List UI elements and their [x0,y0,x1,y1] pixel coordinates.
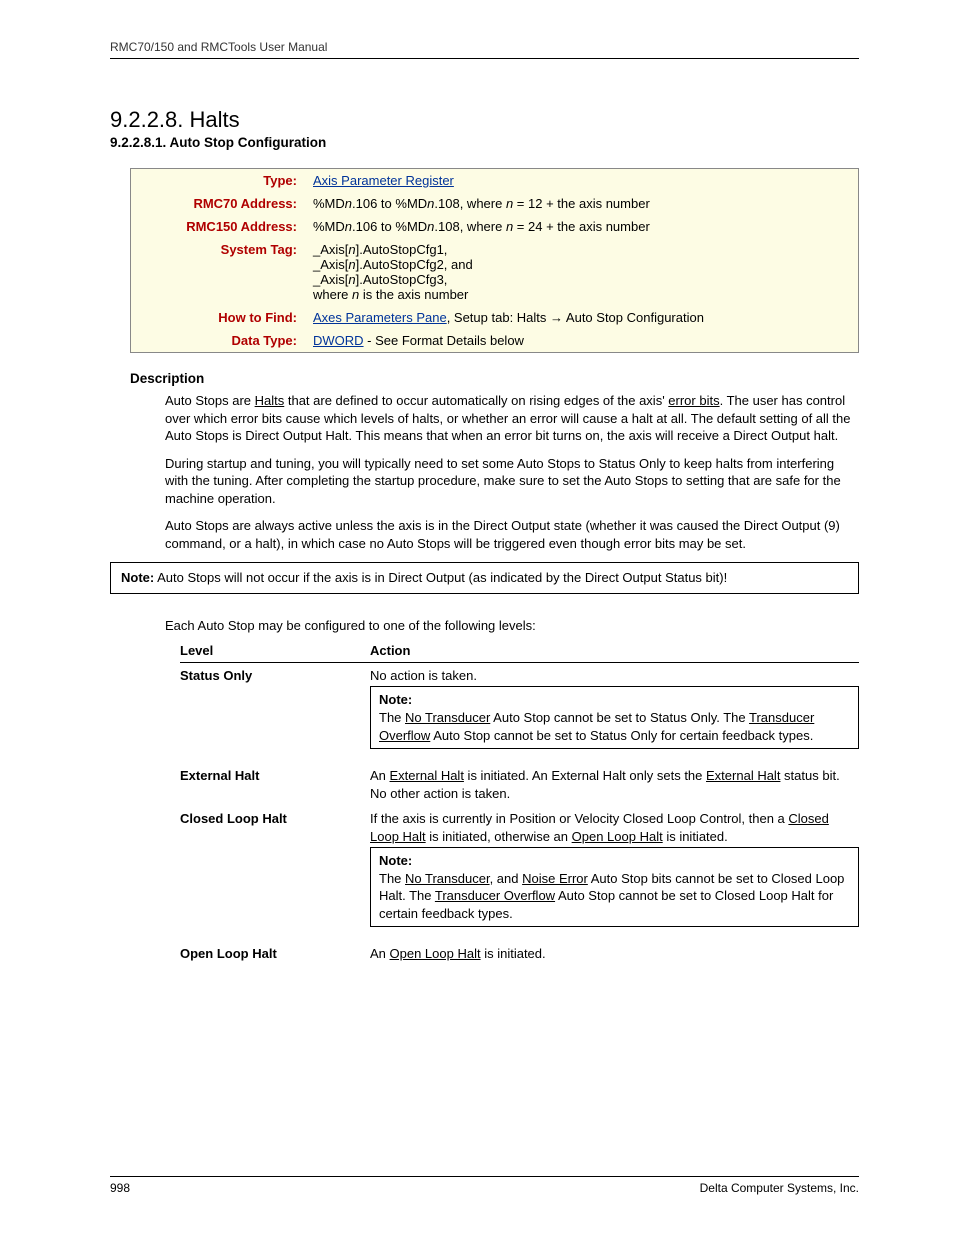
page-footer: 998 Delta Computer Systems, Inc. [110,1176,859,1195]
description-p1: Auto Stops are Halts that are defined to… [165,392,859,445]
external-halt-link[interactable]: External Halt [390,768,464,783]
datatype-value: DWORD - See Format Details below [307,329,859,353]
error-bits-link[interactable]: error bits [668,393,719,408]
section-number: 9.2.2.8. [110,107,183,132]
levels-intro: Each Auto Stop may be configured to one … [165,618,859,633]
closed-loop-note: Note: The No Transducer, and Noise Error… [370,847,859,927]
table-row: Status Only No action is taken. Note: Th… [180,662,859,763]
type-value: Axis Parameter Register [307,169,859,193]
rmc70-label: RMC70 Address: [131,192,308,215]
transducer-overflow-link-2[interactable]: Transducer Overflow [435,888,555,903]
external-halt-status-link[interactable]: External Halt [706,768,780,783]
levels-table: Level Action Status Only No action is ta… [180,639,859,967]
howfind-value: Axes Parameters Pane, Setup tab: Halts →… [307,306,859,329]
note-box: Note: Auto Stops will not occur if the a… [110,562,859,594]
open-loop-halt-link-2[interactable]: Open Loop Halt [390,946,481,961]
level-open-loop-halt-action: An Open Loop Halt is initiated. [370,941,859,967]
level-status-only-action: No action is taken. Note: The No Transdu… [370,662,859,763]
levels-col-action: Action [370,639,859,663]
section-title: 9.2.2.8. Halts [110,107,859,133]
page-number: 998 [110,1181,130,1195]
axes-parameters-pane-link[interactable]: Axes Parameters Pane [313,310,447,325]
table-row: External Halt An External Halt is initia… [180,763,859,806]
level-closed-loop-halt-action: If the axis is currently in Position or … [370,806,859,941]
level-status-only: Status Only [180,662,370,763]
description-p2: During startup and tuning, you will typi… [165,455,859,508]
level-external-halt: External Halt [180,763,370,806]
footer-company: Delta Computer Systems, Inc. [700,1181,859,1195]
rmc70-value: %MDn.106 to %MDn.108, where n = 12 + the… [307,192,859,215]
status-only-note: Note: The No Transducer Auto Stop cannot… [370,686,859,749]
subsection-title: 9.2.2.8.1. Auto Stop Configuration [110,135,859,150]
halts-link[interactable]: Halts [255,393,285,408]
section-name: Halts [190,107,240,132]
dword-link[interactable]: DWORD [313,333,364,348]
systag-value: _Axis[n].AutoStopCfg1, _Axis[n].AutoStop… [307,238,859,306]
info-table: Type: Axis Parameter Register RMC70 Addr… [130,168,859,353]
level-external-halt-action: An External Halt is initiated. An Extern… [370,763,859,806]
type-label: Type: [131,169,308,193]
open-loop-halt-link[interactable]: Open Loop Halt [572,829,663,844]
description-p3: Auto Stops are always active unless the … [165,517,859,552]
table-row: Closed Loop Halt If the axis is currentl… [180,806,859,941]
description-body: Auto Stops are Halts that are defined to… [165,392,859,552]
systag-label: System Tag: [131,238,308,306]
note-label: Note: [121,570,154,585]
axis-parameter-register-link[interactable]: Axis Parameter Register [313,173,454,188]
subsection-number: 9.2.2.8.1. [110,135,166,150]
subsection-name: Auto Stop Configuration [170,135,327,150]
noise-error-link[interactable]: Noise Error [522,871,588,886]
level-open-loop-halt: Open Loop Halt [180,941,370,967]
levels-col-level: Level [180,639,370,663]
level-closed-loop-halt: Closed Loop Halt [180,806,370,941]
no-transducer-link-2[interactable]: No Transducer [405,871,490,886]
note-text: Auto Stops will not occur if the axis is… [154,570,727,585]
no-transducer-link[interactable]: No Transducer [405,710,490,725]
rmc150-label: RMC150 Address: [131,215,308,238]
datatype-label: Data Type: [131,329,308,353]
description-heading: Description [130,371,859,386]
table-row: Open Loop Halt An Open Loop Halt is init… [180,941,859,967]
howfind-label: How to Find: [131,306,308,329]
rmc150-value: %MDn.106 to %MDn.108, where n = 24 + the… [307,215,859,238]
page-header: RMC70/150 and RMCTools User Manual [110,40,859,59]
